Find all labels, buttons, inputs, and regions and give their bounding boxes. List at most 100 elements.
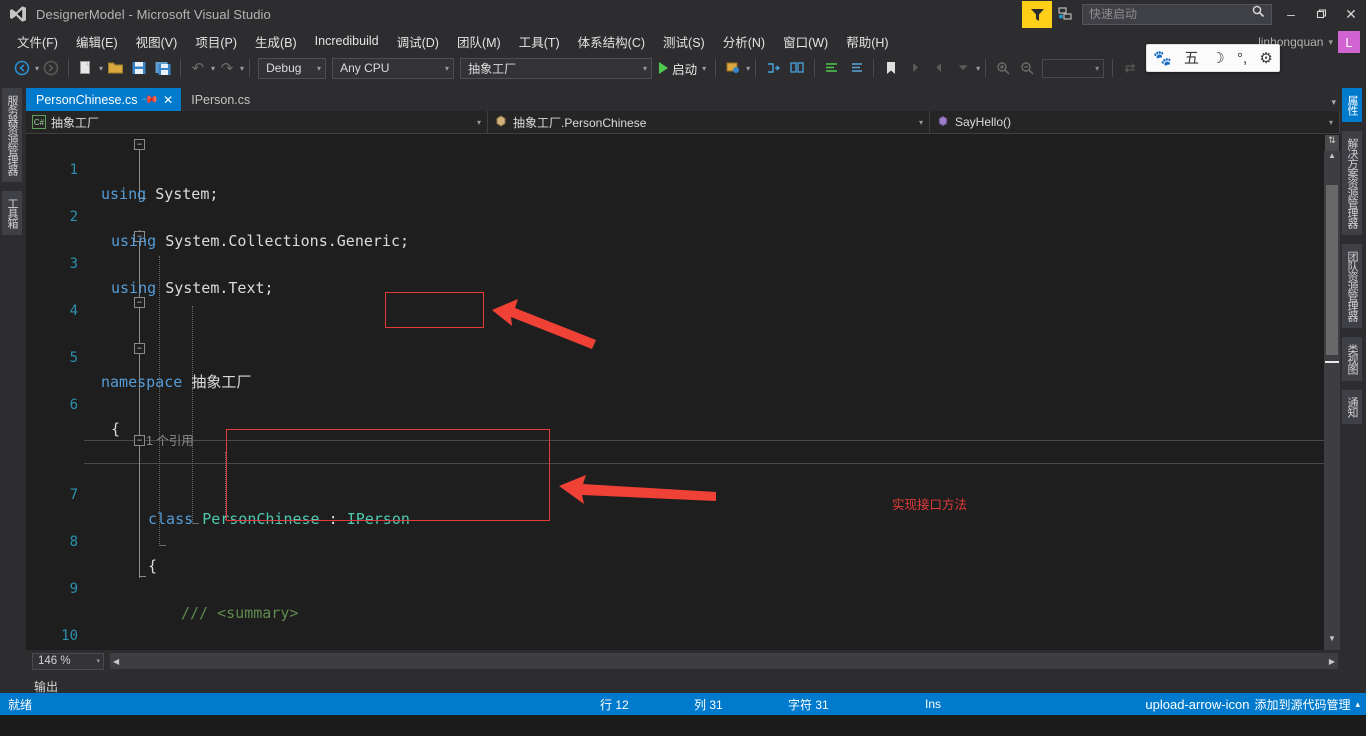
- sidebar-item-server-explorer[interactable]: 服务器资源管理器: [2, 88, 22, 182]
- menu-item-incredibuild[interactable]: Incredibuild: [306, 31, 388, 51]
- ime-status-icon[interactable]: [1052, 1, 1078, 28]
- tab-iperson-cs[interactable]: IPerson.cs: [181, 88, 258, 111]
- navbar-type-dropdown[interactable]: 抽象工厂.PersonChinese ▾: [488, 111, 930, 133]
- menu-item-project[interactable]: 项目(P): [186, 29, 246, 54]
- chevron-down-icon[interactable]: ▾: [96, 657, 100, 665]
- chevron-down-icon[interactable]: ▾: [1095, 64, 1099, 73]
- chevron-down-icon[interactable]: ▾: [35, 64, 39, 73]
- gear-icon[interactable]: ⚙: [1259, 51, 1272, 66]
- wubi-mode-icon[interactable]: 五: [1184, 51, 1199, 66]
- tab-overflow-icon[interactable]: ▾: [1331, 97, 1336, 108]
- code-line[interactable]: 9 /// <summary>: [26, 553, 1340, 622]
- menu-item-help[interactable]: 帮助(H): [837, 29, 897, 54]
- chevron-down-icon[interactable]: ▾: [746, 64, 750, 73]
- scroll-down-arrow[interactable]: ▼: [1324, 634, 1340, 650]
- sidebar-item-properties[interactable]: 属性: [1342, 88, 1362, 122]
- sidebar-item-solution-explorer[interactable]: 解决方案资源管理器: [1342, 131, 1362, 235]
- editor-split-handle[interactable]: ⇅: [1325, 135, 1339, 151]
- menu-item-build[interactable]: 生成(B): [246, 29, 306, 54]
- code-line[interactable]: 6 {: [26, 369, 1340, 438]
- chevron-down-icon[interactable]: ▾: [1319, 118, 1333, 127]
- chevron-down-icon[interactable]: ▾: [467, 118, 481, 127]
- status-source-control[interactable]: upload-arrow-icon 添加到源代码管理 ▴: [1145, 696, 1360, 713]
- close-button[interactable]: ✕: [1336, 0, 1366, 28]
- find-combo[interactable]: ▾: [1042, 58, 1105, 78]
- scroll-right-arrow[interactable]: ▶: [1329, 657, 1335, 666]
- menu-item-test[interactable]: 测试(S): [654, 29, 714, 54]
- attach-to-process-icon[interactable]: [722, 57, 744, 79]
- quick-launch-input[interactable]: [1083, 7, 1252, 21]
- uncomment-icon[interactable]: [845, 57, 867, 79]
- punctuation-mode-icon[interactable]: °,: [1237, 51, 1247, 66]
- code-line[interactable]: 10 /// 实现接口方法: [26, 600, 1340, 644]
- code-line[interactable]: 4: [26, 275, 1340, 319]
- bookmark-icon[interactable]: [880, 57, 902, 79]
- menu-item-window[interactable]: 窗口(W): [774, 29, 837, 54]
- codelens-line-7[interactable]: 1 个引用: [26, 411, 1340, 448]
- menu-item-file[interactable]: 文件(F): [8, 29, 67, 54]
- scroll-up-arrow[interactable]: ▲: [1324, 151, 1340, 167]
- chevron-down-icon[interactable]: ▾: [211, 64, 215, 73]
- zoom-level-combo[interactable]: 146 % ▾: [32, 652, 104, 670]
- quick-launch-flag-icon[interactable]: [1022, 0, 1052, 28]
- navigate-forward-button[interactable]: [40, 57, 62, 79]
- chevron-up-icon[interactable]: ▴: [1355, 699, 1360, 710]
- navbar-project-dropdown[interactable]: C# 抽象工厂 ▾: [26, 111, 488, 133]
- pin-icon[interactable]: 📌: [141, 90, 160, 109]
- editor-vertical-scrollbar[interactable]: ▲ ▼: [1324, 151, 1340, 650]
- chevron-down-icon[interactable]: ▾: [909, 118, 923, 127]
- save-icon[interactable]: [128, 57, 150, 79]
- step-over-icon[interactable]: [786, 57, 808, 79]
- menu-item-analyze[interactable]: 分析(N): [714, 29, 774, 54]
- new-project-icon[interactable]: [75, 57, 97, 79]
- code-line[interactable]: 3 using System.Text;: [26, 228, 1340, 297]
- scroll-left-arrow[interactable]: ◀: [113, 657, 119, 666]
- chevron-down-icon[interactable]: ▾: [240, 64, 244, 73]
- maximize-button[interactable]: [1306, 0, 1336, 28]
- sidebar-item-toolbox[interactable]: 工具箱: [2, 191, 22, 235]
- chevron-down-icon[interactable]: ▾: [702, 64, 706, 73]
- menu-item-edit[interactable]: 编辑(E): [67, 29, 127, 54]
- open-folder-icon[interactable]: [104, 57, 126, 79]
- menu-item-tools[interactable]: 工具(T): [510, 29, 569, 54]
- chevron-down-icon[interactable]: ▾: [1328, 37, 1333, 48]
- paw-logo-icon[interactable]: 🐾: [1153, 51, 1172, 66]
- code-line[interactable]: 1 using System;: [26, 134, 1340, 203]
- close-icon[interactable]: ✕: [163, 93, 173, 107]
- chevron-down-icon[interactable]: ▾: [317, 64, 321, 73]
- chevron-down-icon[interactable]: ▾: [445, 64, 449, 73]
- code-editor-surface[interactable]: − − − − − 1 using System; 2 using System…: [26, 134, 1340, 650]
- chevron-down-icon[interactable]: ▾: [643, 64, 647, 73]
- quick-launch-box[interactable]: [1082, 3, 1272, 25]
- navigate-back-button[interactable]: [11, 57, 33, 79]
- menu-item-architecture[interactable]: 体系结构(C): [569, 29, 654, 54]
- tab-personchinese-cs[interactable]: PersonChinese.cs 📌 ✕: [26, 88, 182, 111]
- code-line[interactable]: 2 using System.Collections.Generic;: [26, 181, 1340, 250]
- solution-platform-combo[interactable]: Any CPU ▾: [332, 57, 455, 79]
- solution-configuration-combo[interactable]: Debug ▾: [258, 57, 327, 79]
- moon-mode-icon[interactable]: ☽: [1211, 51, 1224, 66]
- menu-item-team[interactable]: 团队(M): [448, 29, 510, 54]
- code-line[interactable]: 7 class PersonChinese : IPerson: [26, 459, 1340, 528]
- menu-item-debug[interactable]: 调试(D): [388, 29, 448, 54]
- avatar[interactable]: L: [1338, 31, 1360, 53]
- minimize-button[interactable]: –: [1276, 0, 1306, 28]
- sidebar-item-team-explorer[interactable]: 团队资源管理器: [1342, 244, 1362, 328]
- sidebar-item-notifications[interactable]: 通知: [1342, 390, 1362, 424]
- startup-project-combo[interactable]: 抽象工厂 ▾: [460, 57, 653, 79]
- ime-floating-toolbar[interactable]: 🐾 五 ☽ °, ⚙: [1146, 44, 1280, 72]
- save-all-icon[interactable]: [152, 57, 174, 79]
- start-debug-button[interactable]: 启动 ▾: [655, 59, 710, 78]
- menu-item-view[interactable]: 视图(V): [127, 29, 187, 54]
- code-line[interactable]: 8 {: [26, 506, 1340, 575]
- comment-icon[interactable]: [821, 57, 843, 79]
- code-line[interactable]: 5 namespace 抽象工厂: [26, 322, 1340, 391]
- chevron-down-icon[interactable]: ▾: [99, 64, 103, 73]
- sidebar-item-class-view[interactable]: 类视图: [1342, 337, 1362, 381]
- editor-horizontal-scrollbar[interactable]: ◀ ▶: [110, 653, 1338, 669]
- navbar-member-dropdown[interactable]: SayHello() ▾: [930, 111, 1340, 133]
- chevron-down-icon[interactable]: ▾: [976, 64, 980, 73]
- step-into-icon[interactable]: [762, 57, 784, 79]
- scrollbar-thumb[interactable]: [1326, 185, 1338, 355]
- search-icon[interactable]: [1252, 5, 1271, 23]
